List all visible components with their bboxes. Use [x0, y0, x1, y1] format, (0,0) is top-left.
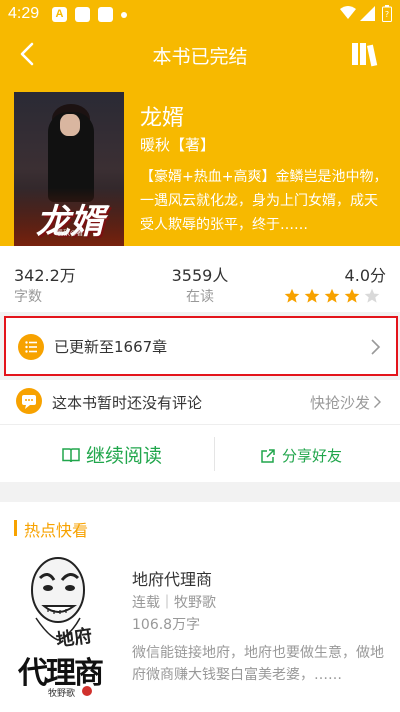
book-author: 暖秋【著】 — [140, 136, 216, 154]
book-info: 龙婿 暖秋◎著 龙婿 暖秋【著】 【豪婿+热血+高爽】金鳞岂是池中物，一遇风云就… — [0, 80, 400, 246]
book-stats: 342.2万 字数 3559人 在读 4.0分 — [0, 246, 400, 312]
cover-author: 牧野歌 — [48, 689, 76, 699]
comment-empty-text: 这本书暂时还没有评论 — [52, 394, 203, 412]
action-bar: 继续阅读 分享好友 — [0, 424, 400, 482]
cover-author: 暖秋◎著 — [56, 229, 84, 237]
section-accent-bar — [14, 520, 17, 536]
rating-stars — [284, 288, 380, 304]
page-title: 本书已完结 — [152, 46, 248, 68]
book-cover[interactable]: 龙婿 暖秋◎著 — [14, 92, 124, 246]
book-description: 【豪婿+热血+高爽】金鳞岂是池中物，一遇风云就化龙，身为上门女婿，成天受人欺辱的… — [140, 169, 388, 233]
recommended-book-meta: 连载｜牧野歌 — [132, 595, 216, 611]
continue-reading-label: 继续阅读 — [86, 445, 163, 467]
share-icon — [261, 448, 275, 463]
status-time: 4:29 — [8, 5, 40, 22]
continue-reading-button[interactable]: 继续阅读 — [62, 441, 162, 468]
status-bar: 4:29 A ? — [0, 0, 400, 28]
share-label: 分享好友 — [282, 447, 343, 465]
star-filled-icon — [344, 288, 360, 303]
notification-dot-icon — [121, 12, 127, 18]
bookshelf-icon[interactable] — [350, 40, 382, 68]
star-empty-icon — [364, 288, 380, 303]
svg-text:?: ? — [385, 10, 389, 19]
chevron-right-icon — [374, 396, 381, 408]
section-title: 热点快看 — [24, 521, 89, 540]
notification-a-icon: A — [52, 7, 67, 22]
recommended-book-name[interactable]: 地府代理商 — [132, 566, 212, 590]
app-header: 本书已完结 — [0, 28, 400, 80]
divider — [214, 437, 215, 471]
recommended-book-description: 微信能链接地府，地府也要做生意，做地府微商赚大钱娶白富美老婆，…… — [132, 645, 384, 683]
star-filled-icon — [304, 288, 320, 303]
readers-value: 3559人 — [171, 266, 229, 285]
score-value: 4.0分 — [344, 266, 386, 285]
notification-icon — [75, 7, 90, 22]
star-filled-icon — [284, 288, 300, 303]
comment-icon — [16, 388, 42, 414]
recommended-book-words: 106.8万字 — [132, 617, 201, 633]
share-button[interactable]: 分享好友 — [260, 445, 342, 466]
wifi-icon — [340, 6, 356, 19]
comment-row[interactable]: 这本书暂时还没有评论 快抢沙发 — [0, 380, 400, 424]
open-book-icon — [62, 447, 80, 462]
chevron-right-icon — [371, 339, 381, 355]
chapter-list-icon — [18, 334, 44, 360]
signal-icon — [360, 6, 375, 21]
cover-art — [60, 114, 80, 136]
latest-chapter-row[interactable]: 已更新至1667章 — [4, 316, 398, 376]
book-name: 龙婿 — [140, 106, 185, 131]
hot-section: 热点快看 地府 代理商 牧野歌 地府代理商 连载｜牧野歌 106.8万字 微信能… — [0, 502, 400, 712]
latest-chapter-text: 已更新至1667章 — [54, 338, 168, 356]
notification-icon — [98, 7, 113, 22]
cover-seal — [82, 686, 92, 696]
recommended-book-cover[interactable]: 地府 代理商 牧野歌 — [18, 548, 110, 699]
battery-icon: ? — [382, 5, 392, 22]
star-filled-icon — [324, 288, 340, 303]
first-comment-link[interactable]: 快抢沙发 — [310, 392, 370, 413]
